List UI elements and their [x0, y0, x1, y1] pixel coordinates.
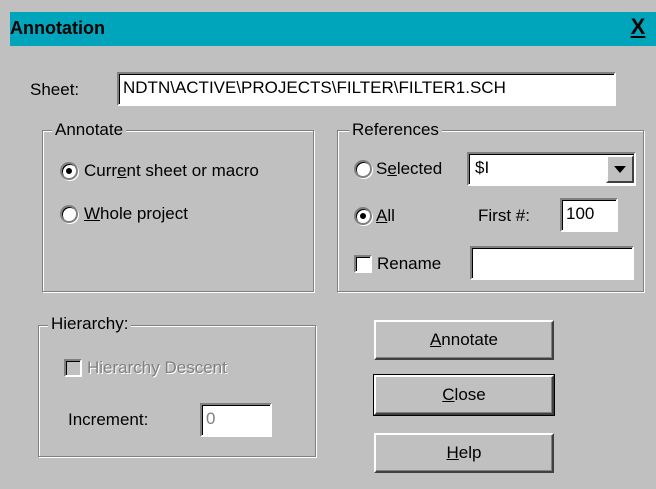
rename-option[interactable]: Rename [352, 253, 462, 277]
rename-checkbox[interactable] [354, 255, 372, 273]
selected-dropdown-value: $I [475, 158, 490, 177]
hierarchy-descent-checkbox[interactable] [64, 359, 82, 377]
window-title: Annotation [10, 18, 105, 38]
selected-label: Selected [376, 159, 443, 178]
whole-project-radio[interactable] [60, 205, 78, 223]
whole-project-option[interactable]: Whole project [58, 203, 258, 227]
all-label: All [376, 206, 395, 225]
selected-radio[interactable] [354, 160, 372, 178]
title-bar[interactable] [10, 12, 656, 46]
radio-selected-dot [360, 213, 366, 219]
help-button[interactable]: Help [374, 433, 554, 473]
sheet-path-field[interactable]: NDTN\ACTIVE\PROJECTS\FILTER\FILTER1.SCH [117, 72, 616, 106]
current-sheet-radio[interactable] [60, 162, 78, 180]
references-group-title: References [349, 120, 442, 140]
whole-project-label: Whole project [84, 204, 188, 223]
rename-label: Rename [377, 254, 442, 273]
annotation-dialog: Annotation X Sheet: NDTN\ACTIVE\PROJECTS… [0, 0, 656, 489]
chevron-down-icon[interactable] [606, 155, 634, 183]
hierarchy-group-title: Hierarchy: [48, 314, 132, 334]
annotate-button[interactable]: Annotate [374, 320, 554, 360]
close-icon[interactable]: X [626, 15, 650, 39]
first-number-field[interactable]: 100 [560, 198, 618, 232]
selected-option[interactable]: Selected [352, 157, 462, 181]
close-button[interactable]: Close [373, 374, 555, 416]
current-sheet-label: Current sheet or macro [84, 161, 259, 180]
annotate-group-title: Annotate [52, 120, 127, 140]
sheet-label: Sheet: [30, 80, 80, 99]
current-sheet-option[interactable]: Current sheet or macro [58, 160, 308, 184]
hierarchy-descent-label: Hierarchy Descent [87, 358, 227, 377]
all-option[interactable]: All [352, 205, 422, 229]
radio-selected-dot [66, 168, 72, 174]
increment-field[interactable]: 0 [200, 403, 272, 437]
hierarchy-group [38, 325, 316, 457]
increment-label: Increment: [68, 410, 149, 429]
hierarchy-descent-option[interactable]: Hierarchy Descent [62, 357, 282, 381]
selected-dropdown[interactable]: $I [467, 152, 636, 186]
rename-field[interactable] [470, 246, 634, 280]
all-radio[interactable] [354, 207, 372, 225]
first-number-label: First #: [478, 206, 530, 225]
